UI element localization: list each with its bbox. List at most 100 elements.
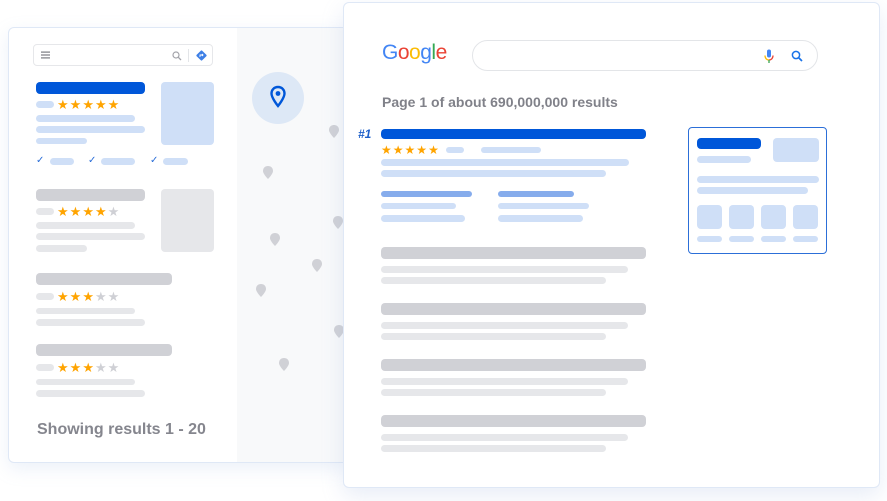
microphone-icon[interactable] [764,49,774,64]
listing-text-line [36,390,145,397]
local-listing[interactable]: ★ ★ ★ ★ ★ ✓ ✓ ✓ [9,80,237,170]
local-listing[interactable]: ★ ★ ★ ★ ★ [9,188,237,253]
top-result[interactable]: ★ ★ ★ ★ ★ [344,127,654,227]
panel-tile-label [761,236,786,242]
star-icon: ★ [57,97,69,112]
divider [188,49,189,62]
local-listing[interactable]: ★ ★ ★ ★ ★ [9,272,237,327]
local-search-bar[interactable] [33,44,213,66]
star-icon: ★ [82,360,94,375]
result-snippet-line [381,434,628,441]
star-icon: ★ [69,360,82,375]
logo-letter: g [420,41,432,64]
result-title[interactable] [381,303,646,315]
logo-letter: e [435,41,448,64]
logo-letter: G [382,41,398,64]
result-snippet-line [381,159,629,166]
result-snippet-line [381,445,606,452]
sitelink-text [498,215,583,222]
result-title[interactable] [381,415,646,427]
listing-title[interactable] [36,273,172,285]
search-result[interactable] [344,358,654,398]
map-pin-icon[interactable] [333,216,343,229]
star-rating: ★ ★ ★ ★ ★ [57,205,119,218]
search-icon[interactable] [791,50,803,62]
star-empty-icon: ★ [94,360,107,375]
listing-text-line [36,319,145,326]
star-empty-icon: ★ [107,289,120,304]
search-result[interactable] [344,414,654,454]
panel-tile-label [793,236,818,242]
star-icon: ★ [416,143,428,157]
rating-value [36,101,54,108]
rating-value [36,364,54,371]
panel-subtitle [697,156,751,163]
star-icon: ★ [57,360,69,375]
results-info: Page 1 of about 690,000,000 results [382,94,618,110]
star-icon: ★ [82,289,94,304]
logo-letter: o [409,41,421,64]
map-pin-icon[interactable] [329,125,339,138]
feature-tag [163,158,188,165]
result-title[interactable] [381,129,646,139]
knowledge-panel[interactable] [688,127,827,254]
panel-image [773,138,819,162]
feature-tag [50,158,74,165]
result-title[interactable] [381,359,646,371]
star-icon: ★ [94,97,107,112]
results-count: Showing results 1 - 20 [37,421,206,438]
panel-tile [761,205,786,229]
search-result[interactable] [344,302,654,342]
panel-title [697,138,761,149]
star-icon: ★ [381,143,392,157]
star-icon: ★ [69,204,82,219]
panel-text-line [697,176,819,183]
star-icon: ★ [404,143,416,157]
result-snippet-line [381,389,606,396]
result-snippet-line [381,170,606,177]
map-pin-icon[interactable] [256,284,266,297]
search-input[interactable] [472,40,818,71]
listing-title[interactable] [36,82,145,94]
result-meta [481,147,541,153]
rating-value [36,293,54,300]
listing-text-line [36,245,87,252]
map-pin-icon[interactable] [270,233,280,246]
star-icon: ★ [82,97,94,112]
search-result[interactable] [344,246,654,286]
map-pin-icon[interactable] [263,166,273,179]
star-icon: ★ [57,204,69,219]
star-empty-icon: ★ [107,360,120,375]
panel-tile [793,205,818,229]
result-title[interactable] [381,247,646,259]
menu-icon[interactable] [41,51,50,59]
sitelink-title[interactable] [381,191,472,197]
star-icon: ★ [94,204,107,219]
listing-text-line [36,115,135,122]
search-icon[interactable] [172,51,182,61]
listing-text-line [36,126,145,133]
directions-icon[interactable] [196,50,207,61]
local-listing[interactable]: ★ ★ ★ ★ ★ [9,343,237,398]
listing-text-line [36,138,87,144]
map-pin-icon[interactable] [279,358,289,371]
result-meta [446,147,464,153]
rating-value [36,208,54,215]
result-snippet-line [381,322,628,329]
check-icon: ✓ [150,155,159,166]
map[interactable] [237,28,347,462]
star-icon: ★ [82,204,94,219]
listing-text-line [36,379,135,385]
result-snippet-line [381,266,628,273]
check-icon: ✓ [88,155,97,166]
map-pin-icon[interactable] [312,259,322,272]
location-pin-icon [270,85,286,108]
logo-letter: o [397,41,410,64]
listing-title[interactable] [36,189,145,201]
sitelink-title[interactable] [498,191,574,197]
star-empty-icon: ★ [107,204,120,219]
star-empty-icon: ★ [94,289,107,304]
selected-location-marker[interactable] [252,72,304,124]
google-logo[interactable]: Google [382,41,447,65]
listing-title[interactable] [36,344,172,356]
